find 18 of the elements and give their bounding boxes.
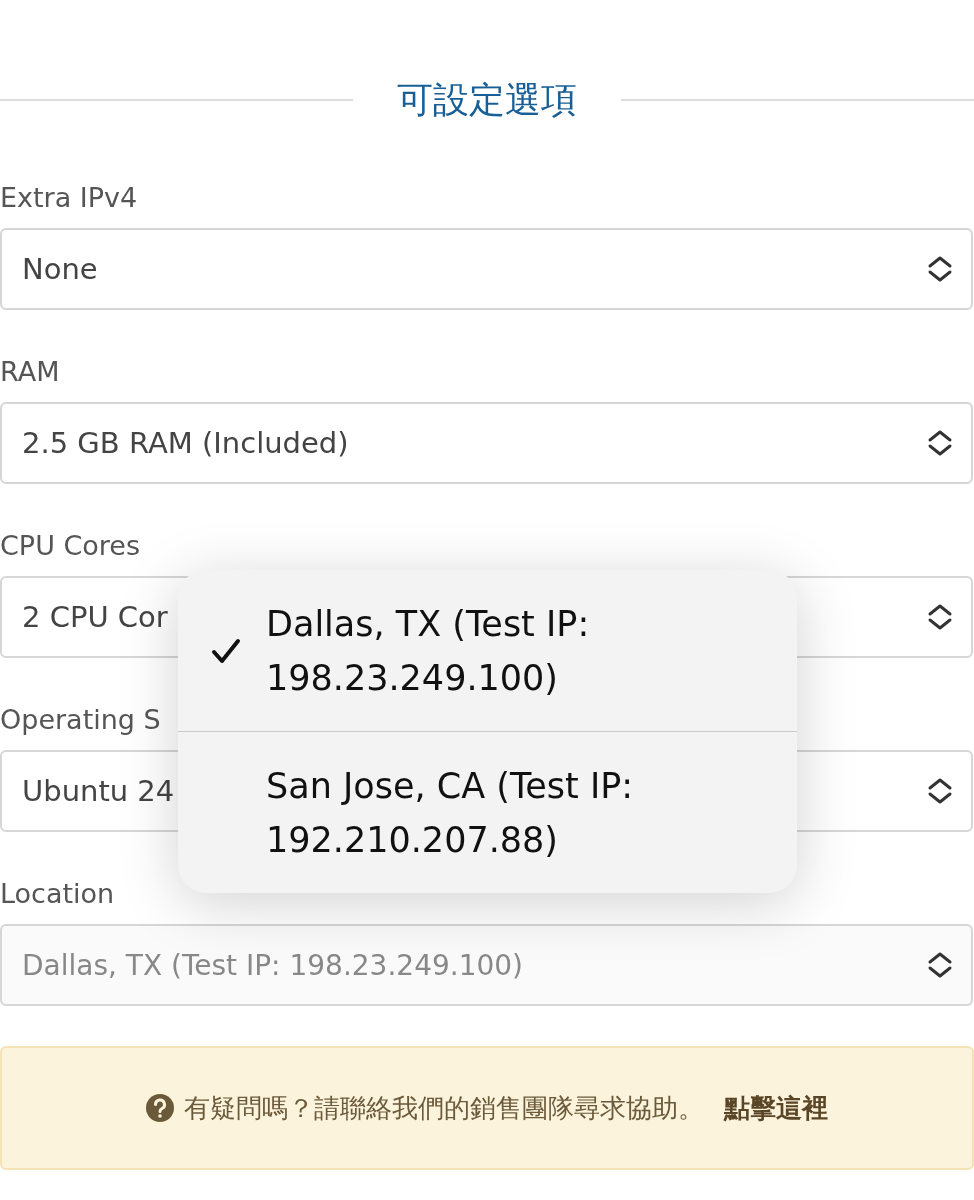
chevron-icon: [927, 951, 953, 979]
chevron-icon: [927, 603, 953, 631]
chevron-icon: [927, 429, 953, 457]
menu-option[interactable]: Dallas, TX (Test IP: 198.23.249.100): [178, 570, 797, 731]
select-field[interactable]: 2.5 GB RAM (Included): [0, 402, 973, 484]
section-title: 可設定選項: [396, 78, 578, 122]
chevron-icon: [927, 777, 953, 805]
field-label: Extra IPv4: [0, 182, 139, 214]
field-label: Operating S: [0, 704, 162, 736]
field-label: Location: [0, 878, 116, 910]
field-label: RAM: [0, 356, 61, 388]
contact-link[interactable]: 點擊這裡: [724, 1090, 828, 1126]
chevron-icon: [927, 255, 953, 283]
menu-option[interactable]: San Jose, CA (Test IP: 192.210.207.88): [178, 732, 797, 893]
question-icon: [146, 1094, 174, 1122]
field-label: CPU Cores: [0, 530, 142, 562]
select-field[interactable]: None: [0, 228, 973, 310]
notice-text: 有疑問嗎？請聯絡我們的銷售團隊尋求協助。: [184, 1091, 704, 1125]
